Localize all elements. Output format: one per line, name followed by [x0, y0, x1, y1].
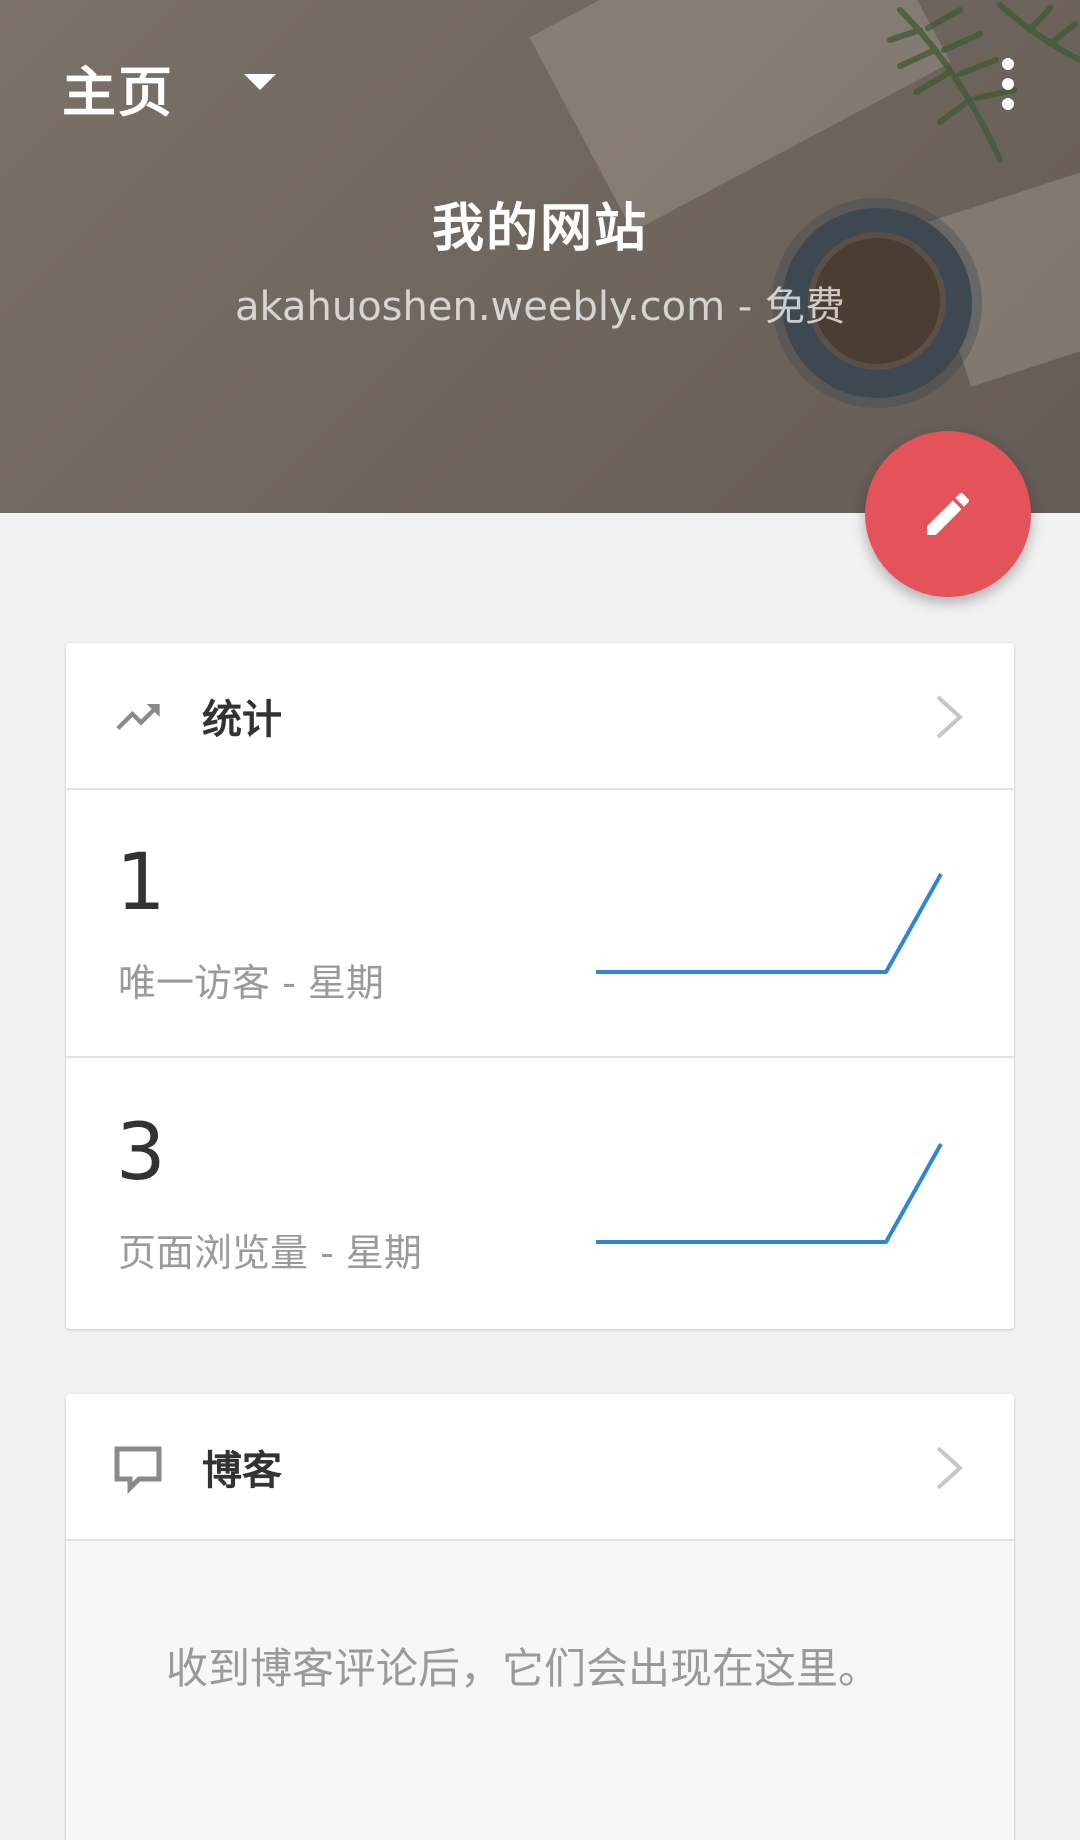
- page-views-trend-line: [596, 1143, 943, 1244]
- chevron-right-icon: [936, 1446, 963, 1490]
- blog-card-header[interactable]: 博客: [66, 1394, 1014, 1541]
- page-views-sparkline: [596, 1143, 943, 1244]
- caret-down-icon[interactable]: [240, 68, 280, 98]
- page-views-value: 3: [116, 1108, 166, 1198]
- more-vert-icon[interactable]: [990, 52, 1026, 116]
- blog-card: 博客 收到博客评论后，它们会出现在这里。: [66, 1394, 1014, 1840]
- chevron-right-icon: [936, 695, 963, 739]
- stats-card-title: 统计: [202, 697, 282, 743]
- blog-comments-empty-state: 收到博客评论后，它们会出现在这里。: [66, 1541, 1014, 1840]
- stats-card-header[interactable]: 统计: [66, 643, 1014, 790]
- page-views-label: 页面浏览量 - 星期: [118, 1231, 422, 1275]
- pencil-icon: [927, 492, 970, 535]
- blog-card-title: 博客: [202, 1448, 282, 1494]
- site-url: akahuoshen.weebly.com - 免费: [235, 284, 845, 330]
- site-title: 我的网站: [431, 199, 648, 259]
- stat-row-unique-visitors[interactable]: 1 唯一访客 - 星期: [66, 790, 1014, 1058]
- top-app-bar: 主页: [0, 0, 1080, 165]
- comment-icon: [114, 1446, 162, 1494]
- unique-visitors-sparkline: [596, 873, 943, 974]
- stat-row-page-views[interactable]: 3 页面浏览量 - 星期: [66, 1060, 1014, 1328]
- unique-visitors-value: 1: [116, 838, 166, 928]
- unique-visitors-trend-line: [596, 873, 943, 974]
- stats-card: 统计 1 唯一访客 - 星期 3 页面浏览量 - 星期: [66, 643, 1014, 1329]
- unique-visitors-label: 唯一访客 - 星期: [118, 961, 384, 1005]
- trending-up-icon: [116, 704, 160, 730]
- edit-site-button[interactable]: [865, 431, 1031, 597]
- page-selector-title[interactable]: 主页: [62, 48, 174, 127]
- blog-empty-message: 收到博客评论后，它们会出现在这里。: [166, 1644, 881, 1693]
